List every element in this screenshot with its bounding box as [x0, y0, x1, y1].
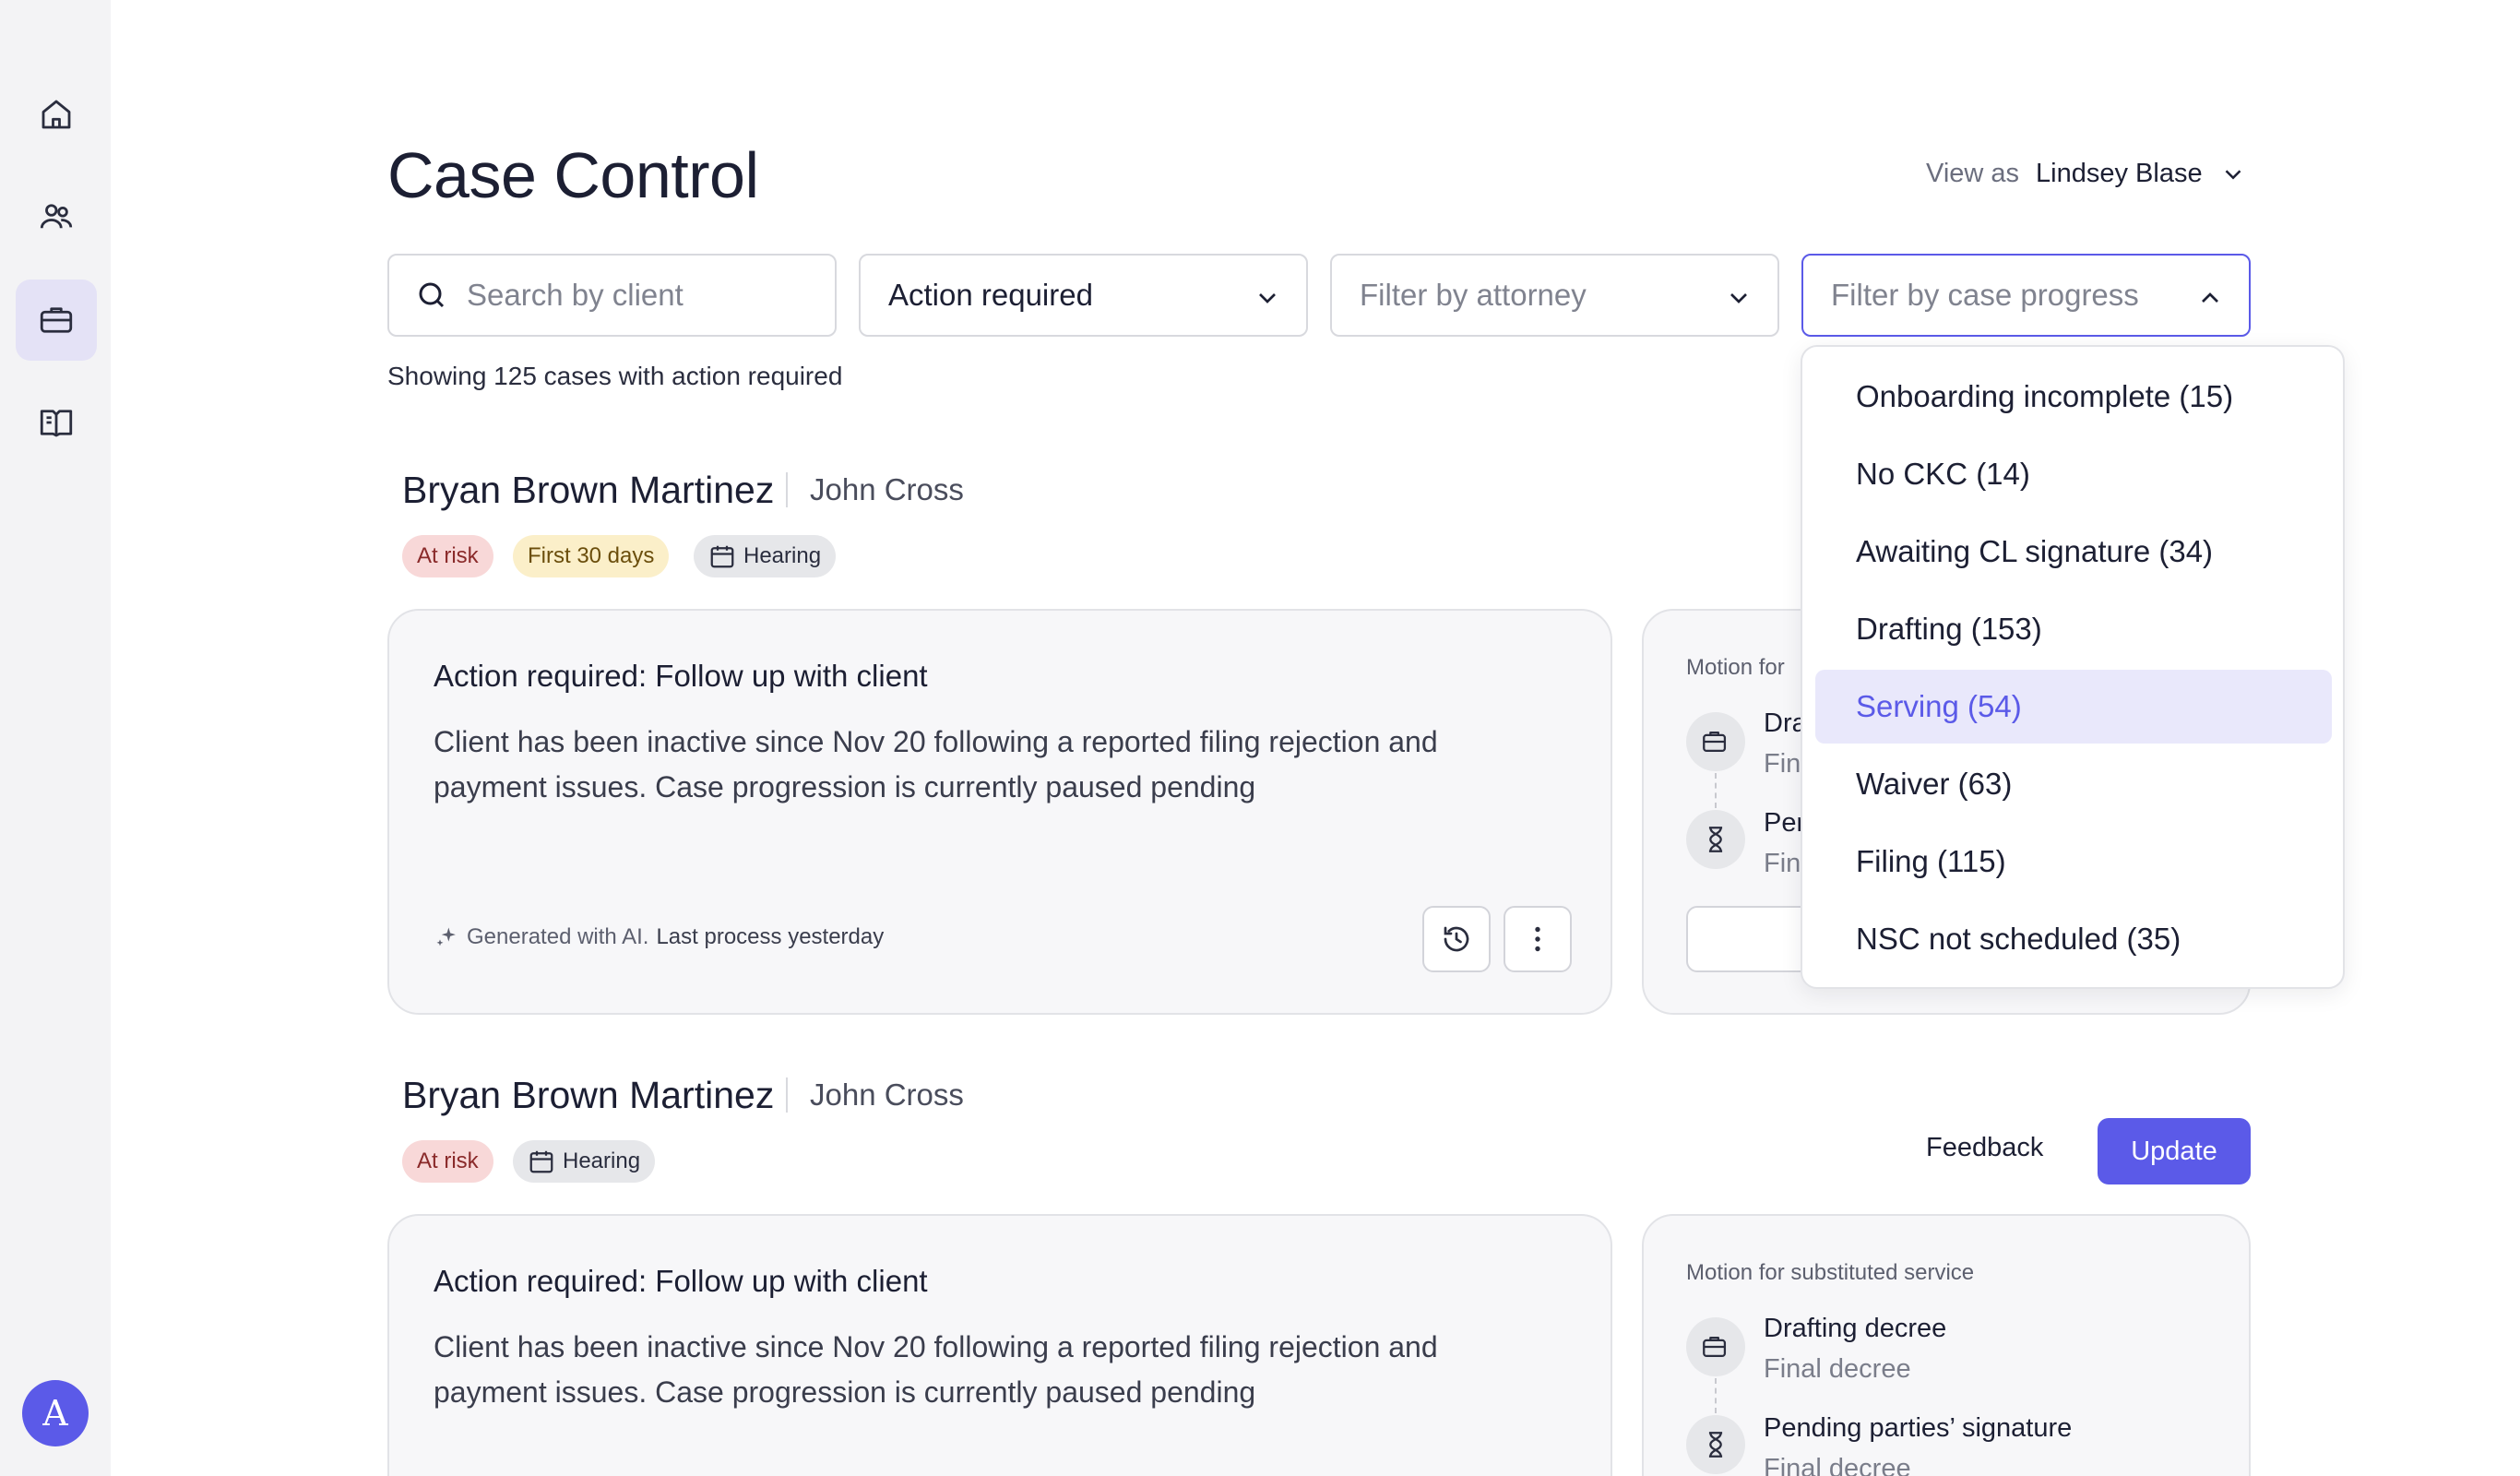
- action-filter-value: Action required: [888, 278, 1093, 312]
- action-title: Action required: Follow up with client: [434, 659, 928, 693]
- badge-first-30-days: First 30 days: [513, 535, 670, 577]
- step-subtitle: Final decree: [1764, 1354, 1911, 1384]
- action-title: Action required: Follow up with client: [434, 1264, 928, 1298]
- calendar-icon: [529, 1150, 553, 1173]
- case-attorney: John Cross: [786, 472, 964, 507]
- search-icon: [419, 282, 445, 308]
- action-body-line: Client has been inactive since Nov 20 fo…: [434, 1330, 1438, 1363]
- dropdown-option[interactable]: Waiver (63): [1815, 747, 2332, 821]
- badge-hearing-label: Hearing: [743, 543, 822, 568]
- book-icon: [40, 410, 73, 437]
- dropdown-option-selected[interactable]: Serving (54): [1815, 670, 2332, 744]
- history-icon: [1444, 926, 1469, 952]
- calendar-icon: [710, 545, 734, 568]
- step-icon: [1686, 1415, 1745, 1474]
- dropdown-option[interactable]: NSC not scheduled (35): [1815, 902, 2332, 976]
- step-subtitle: Fin: [1764, 749, 1801, 779]
- step-icon: [1686, 810, 1745, 869]
- page-title: Case Control: [387, 139, 759, 211]
- more-vertical-icon: [1535, 926, 1540, 952]
- sparkle-icon: [436, 927, 456, 946]
- case-attorney: John Cross: [786, 1077, 964, 1113]
- home-icon: [42, 100, 71, 129]
- action-body-line: Client has been inactive since Nov 20 fo…: [434, 725, 1438, 758]
- step-icon: [1686, 1317, 1745, 1376]
- dropdown-option[interactable]: Filing (115): [1815, 825, 2332, 899]
- dropdown-option[interactable]: Drafting (153): [1815, 592, 2332, 666]
- view-as-name: Lindsey Blase: [2036, 159, 2203, 188]
- badge-at-risk: At risk: [402, 1140, 493, 1183]
- chevron-down-icon: [1259, 293, 1276, 304]
- step-subtitle: Final decree: [1764, 1454, 1911, 1476]
- chevron-down-icon: [1730, 293, 1747, 304]
- update-button[interactable]: Update: [2098, 1118, 2251, 1184]
- briefcase-icon: [40, 307, 73, 333]
- action-body: Client has been inactive since Nov 20 fo…: [434, 1325, 1559, 1415]
- ai-label: Generated with AI.: [467, 924, 649, 949]
- action-card: Action required: Follow up with client C…: [387, 609, 1612, 1015]
- step-title: Drafting decree: [1764, 1314, 1947, 1343]
- briefcase-edit-icon: [1703, 731, 1727, 753]
- dropdown-option[interactable]: Onboarding incomplete (15): [1815, 360, 2332, 434]
- users-icon: [40, 204, 73, 229]
- progress-filter-select[interactable]: Filter by case progress: [1801, 254, 2251, 337]
- step-connector: [1715, 773, 1717, 808]
- attorney-filter-select[interactable]: Filter by attorney: [1330, 254, 1779, 337]
- badge-at-risk: At risk: [402, 535, 493, 577]
- progress-filter-placeholder: Filter by case progress: [1831, 278, 2139, 312]
- ai-generated-note: Generated with AI. Last process yesterda…: [434, 924, 884, 950]
- feedback-button[interactable]: Feedback: [1926, 1133, 2043, 1163]
- dropdown-option[interactable]: No CKC (14): [1815, 437, 2332, 511]
- view-as-label: View as: [1926, 159, 2020, 188]
- briefcase-edit-icon: [1703, 1336, 1727, 1358]
- view-as-selector[interactable]: View as Lindsey Blase: [1926, 159, 2247, 189]
- nav-library[interactable]: [16, 382, 97, 463]
- attorney-filter-placeholder: Filter by attorney: [1360, 278, 1587, 312]
- progress-card: Motion for substituted service Drafting …: [1642, 1214, 2251, 1476]
- hourglass-icon: [1708, 827, 1723, 852]
- nav-clients[interactable]: [16, 176, 97, 257]
- action-card: Action required: Follow up with client C…: [387, 1214, 1612, 1476]
- chevron-down-icon: [2225, 169, 2241, 180]
- sidebar: A: [0, 0, 111, 1476]
- badge-hearing-label: Hearing: [563, 1149, 641, 1173]
- search-placeholder: Search by client: [467, 278, 683, 312]
- case-client-name[interactable]: Bryan Brown Martinez: [402, 1074, 774, 1117]
- hourglass-icon: [1708, 1432, 1723, 1458]
- action-body: Client has been inactive since Nov 20 fo…: [434, 720, 1559, 810]
- case-client-name[interactable]: Bryan Brown Martinez: [402, 469, 774, 512]
- action-body-line: payment issues. Case progression is curr…: [434, 770, 1256, 803]
- progress-filter-dropdown: Onboarding incomplete (15) No CKC (14) A…: [1801, 345, 2345, 989]
- progress-subtitle: Motion for: [1686, 655, 1785, 680]
- action-body-line: payment issues. Case progression is curr…: [434, 1375, 1256, 1409]
- ai-last-process: Last process yesterday: [656, 924, 885, 949]
- step-subtitle: Fin: [1764, 849, 1801, 878]
- more-options-button[interactable]: [1504, 906, 1572, 972]
- step-connector: [1715, 1378, 1717, 1413]
- action-filter-select[interactable]: Action required: [859, 254, 1308, 337]
- search-input[interactable]: Search by client: [387, 254, 837, 337]
- results-summary: Showing 125 cases with action required: [387, 362, 843, 390]
- step-title: Pending parties’ signature: [1764, 1413, 2073, 1443]
- badge-hearing: Hearing: [694, 535, 837, 577]
- badge-hearing: Hearing: [513, 1140, 656, 1183]
- dropdown-option[interactable]: Awaiting CL signature (34): [1815, 515, 2332, 589]
- chevron-up-icon: [2202, 292, 2218, 303]
- progress-subtitle: Motion for substituted service: [1686, 1260, 1975, 1285]
- user-avatar[interactable]: A: [22, 1380, 89, 1446]
- nav-home[interactable]: [16, 74, 97, 155]
- nav-cases[interactable]: [16, 280, 97, 361]
- history-button[interactable]: [1422, 906, 1491, 972]
- step-icon: [1686, 712, 1745, 771]
